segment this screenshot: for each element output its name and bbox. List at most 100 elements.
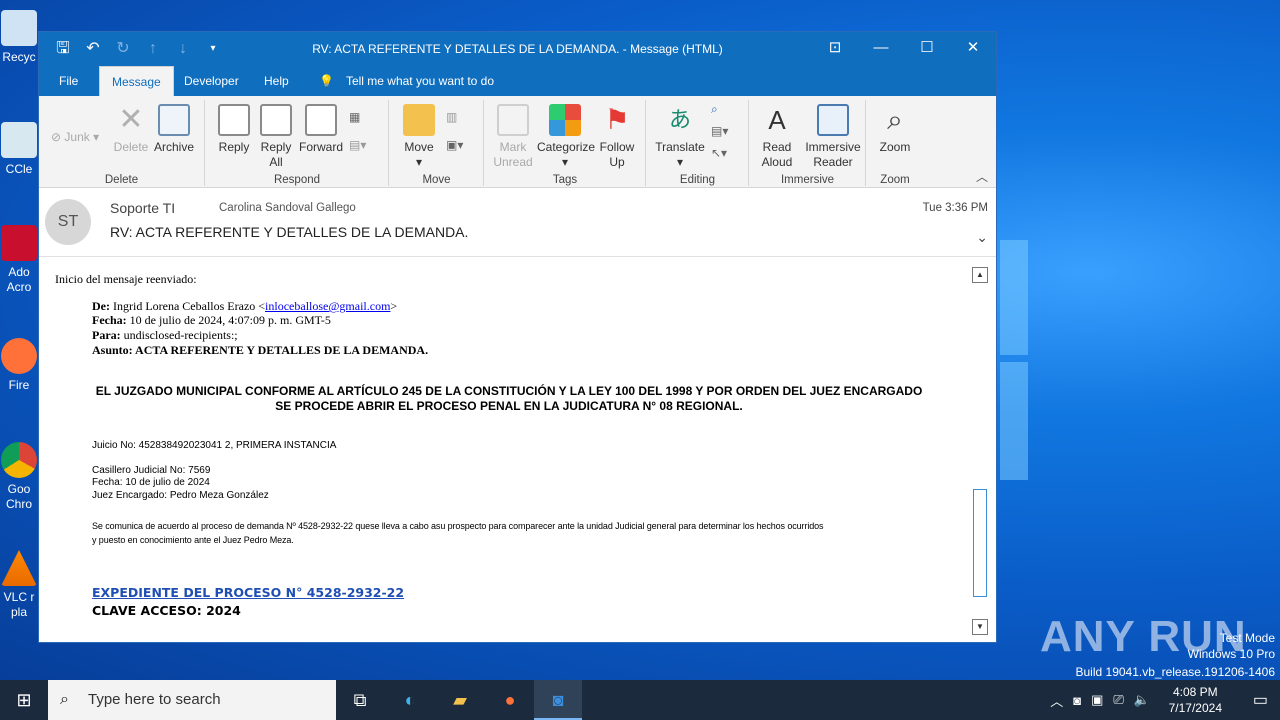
desktop-icon-adobe-acrobat[interactable]: Ado Acro [0, 225, 38, 295]
case-judge: Juez Encargado: Pedro Meza González [92, 489, 269, 501]
desktop-icon-chrome[interactable]: Goo Chro [0, 442, 38, 512]
expediente-link[interactable]: EXPEDIENTE DEL PROCESO N° 4528-2932-22 [92, 585, 404, 600]
archive-icon [158, 104, 190, 136]
scroll-down-icon[interactable]: ▼ [972, 619, 988, 635]
delete-icon: ✕ [118, 103, 144, 136]
forward-button[interactable]: Forward [298, 104, 344, 155]
ribbon: ⊘ Junk ▾ ✕ Delete Archive Delete Reply R… [39, 96, 996, 188]
group-respond: Reply Reply All Forward ▦ ▤▾ Respond [206, 100, 389, 186]
ribbon-tabs: File Message Developer Help 💡 Tell me wh… [39, 66, 996, 96]
reply-button[interactable]: Reply [214, 104, 254, 155]
taskbar-clock[interactable]: 4:08 PM 7/17/2024 [1169, 684, 1222, 716]
select-icon[interactable]: ↖▾ [711, 146, 727, 160]
translate-button[interactable]: あ Translate ▾ [653, 104, 707, 170]
actions-icon[interactable]: ▣▾ [446, 138, 463, 152]
immersive-reader-icon [817, 104, 849, 136]
scroll-up-icon[interactable]: ▲ [972, 267, 988, 283]
vlc-icon [1, 550, 37, 586]
more-respond-icon[interactable]: ▤▾ [349, 138, 366, 152]
recycle-bin-icon [1, 10, 37, 46]
firefox-icon [1, 338, 37, 374]
maximize-button[interactable]: ☐ [904, 32, 950, 66]
ribbon-display-options-button[interactable]: ⊡ [812, 32, 858, 66]
received-time: Tue 3:36 PM [922, 202, 988, 214]
follow-up-button[interactable]: ⚑ Follow Up [595, 104, 639, 170]
read-aloud-button[interactable]: A Read Aloud [754, 104, 800, 170]
sender-email-link[interactable]: inloceballose@gmail.com [265, 299, 390, 313]
task-view-button[interactable]: ⧉ [336, 680, 384, 720]
forward-date-line: Fecha: 10 de julio de 2024, 4:07:09 p. m… [92, 313, 331, 327]
desktop-icon-recycle-bin[interactable]: Recyc [0, 10, 38, 65]
scroll-thumb[interactable] [973, 489, 987, 597]
start-button[interactable]: ⊞ [0, 680, 48, 720]
zoom-button[interactable]: ⌕ Zoom [871, 104, 919, 155]
group-move: Move ▾ ▥ ▣▾ Move [390, 100, 484, 186]
forward-to-line: Para: undisclosed-recipients:; [92, 328, 238, 342]
group-tags-label: Tags [552, 174, 578, 186]
title-bar: 🖫 ↶ ↻ ↑ ↓ ▾ RV: ACTA REFERENTE Y DETALLE… [39, 32, 996, 66]
desktop-icon-firefox[interactable]: Fire [0, 338, 38, 393]
related-icon[interactable]: ▤▾ [711, 124, 728, 138]
lightbulb-icon: 💡 [319, 74, 334, 88]
tell-me-text: Tell me what you want to do [345, 74, 495, 88]
edge-icon: ◐ [404, 690, 416, 710]
tab-help[interactable]: Help [252, 66, 301, 96]
tray-device-icon[interactable]: ▣ [1091, 692, 1103, 708]
tab-file[interactable]: File [47, 66, 90, 96]
tab-developer[interactable]: Developer [172, 66, 251, 96]
find-icon[interactable]: ⌕ [711, 102, 718, 117]
reply-icon [218, 104, 250, 136]
message-scrollbar[interactable]: ▲ ▼ [972, 267, 988, 635]
expand-header-icon[interactable]: ⌄ [976, 229, 988, 246]
notification-icon[interactable]: ▭ [1253, 690, 1268, 710]
close-button[interactable]: ✕ [950, 32, 996, 66]
delete-button[interactable]: ✕ Delete [111, 104, 151, 155]
collapse-ribbon-icon[interactable]: ︿ [976, 168, 988, 185]
minimize-button[interactable]: — [858, 32, 904, 66]
immersive-reader-button[interactable]: Immersive Reader [802, 104, 864, 170]
tray-outlook-icon[interactable]: ◙ [1073, 693, 1081, 708]
outlook-message-window: 🖫 ↶ ↻ ↑ ↓ ▾ RV: ACTA REFERENTE Y DETALLE… [38, 31, 997, 643]
taskbar-firefox[interactable]: ● [486, 680, 534, 720]
taskbar-search-box[interactable]: ⌕ Type here to search [48, 680, 336, 720]
windows-icon: ⊞ [16, 690, 32, 710]
desktop-icon-ccleaner[interactable]: CCle [0, 122, 38, 177]
forward-intro: Inicio del mensaje reenviado: [55, 272, 197, 286]
message-subject: RV: ACTA REFERENTE Y DETALLES DE LA DEMA… [110, 224, 469, 240]
taskbar-edge[interactable]: ◐ [386, 680, 434, 720]
onenote-icon[interactable]: ▥ [446, 110, 457, 124]
tab-message[interactable]: Message [99, 66, 174, 96]
clock-time: 4:08 PM [1172, 685, 1218, 699]
windows-logo-wallpaper [1000, 240, 1030, 480]
taskbar: ⊞ ⌕ Type here to search ⧉ ◐ ▰ ● ◙ ︿ ◙ ▣ … [0, 680, 1280, 720]
forward-subject-line: Asunto: ACTA REFERENTE Y DETALLES DE LA … [92, 343, 429, 357]
move-button[interactable]: Move ▾ [398, 104, 440, 170]
sender-name[interactable]: Soporte TI [110, 200, 175, 216]
archive-button[interactable]: Archive [152, 104, 196, 155]
notice-heading: EL JUZGADO MUNICIPAL CONFORME AL ARTÍCUL… [95, 384, 923, 413]
notice-paragraph: Se comunica de acuerdo al proceso de dem… [92, 521, 824, 545]
search-placeholder: Type here to search [88, 691, 221, 708]
group-tags: Mark Unread Categorize ▾ ⚑ Follow Up Tags [485, 100, 646, 186]
taskbar-file-explorer[interactable]: ▰ [436, 680, 484, 720]
group-editing: あ Translate ▾ ⌕ ▤▾ ↖▾ Editing [647, 100, 749, 186]
mark-unread-icon [497, 104, 529, 136]
message-header: ST Soporte TI Carolina Sandoval Gallego … [39, 189, 996, 257]
categorize-button[interactable]: Categorize ▾ [537, 104, 595, 170]
group-immersive: A Read Aloud Immersive Reader Immersive [750, 100, 866, 186]
volume-icon[interactable]: 🔈 [1134, 692, 1150, 708]
desktop-icon-vlc[interactable]: VLC r pla [0, 550, 38, 620]
reply-all-button[interactable]: Reply All [256, 104, 296, 170]
ccleaner-icon [1, 122, 37, 158]
tray-overflow-icon[interactable]: ︿ [1050, 691, 1063, 710]
chrome-icon [1, 442, 37, 478]
meeting-reply-icon[interactable]: ▦ [349, 110, 360, 124]
access-key: CLAVE ACCESO: 2024 [92, 603, 241, 618]
group-move-label: Move [422, 174, 451, 186]
network-icon[interactable]: ⎚ [1113, 692, 1123, 708]
taskbar-outlook[interactable]: ◙ [534, 680, 582, 720]
junk-button[interactable]: ⊘ Junk ▾ [51, 130, 99, 144]
tell-me-box[interactable]: 💡 Tell me what you want to do [319, 66, 494, 96]
recipient-name[interactable]: Carolina Sandoval Gallego [219, 202, 356, 214]
mark-unread-button[interactable]: Mark Unread [489, 104, 537, 170]
